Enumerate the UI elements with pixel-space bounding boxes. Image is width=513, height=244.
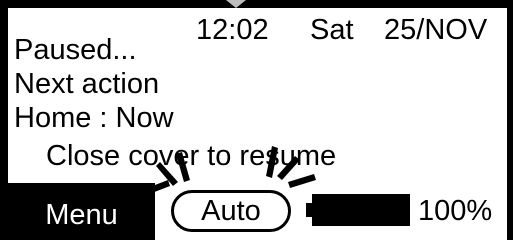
clock-time: 12:02 xyxy=(196,14,269,46)
status-message: Paused... xyxy=(14,34,137,66)
battery-percentage: 100% xyxy=(418,195,493,227)
next-action-label: Next action xyxy=(14,68,160,100)
top-notch-indicator xyxy=(226,0,246,8)
next-action-value: Home : Now xyxy=(14,102,174,134)
clock-day: Sat xyxy=(310,14,354,46)
battery-icon xyxy=(312,194,410,226)
resume-instruction: Close cover to resume xyxy=(46,140,337,172)
screen-border-right xyxy=(507,0,513,240)
clock-date: 25/NOV xyxy=(384,14,488,46)
menu-button[interactable]: Menu xyxy=(8,183,155,240)
display-screen: 12:02 Sat 25/NOV Paused... Next action H… xyxy=(0,0,513,240)
screen-border-top xyxy=(0,0,513,8)
auto-mode-button[interactable]: Auto xyxy=(171,190,291,232)
screen-border-left xyxy=(0,0,8,240)
